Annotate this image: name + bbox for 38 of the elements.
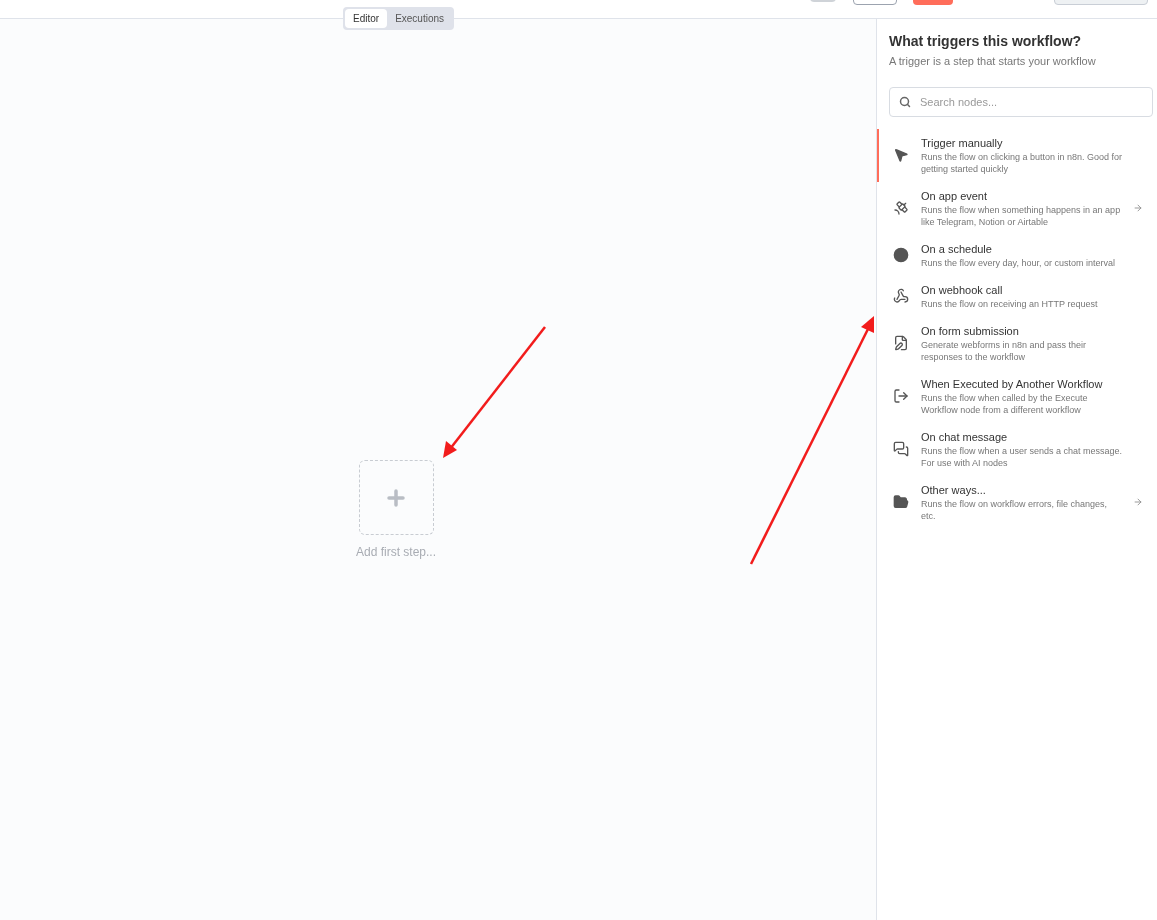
chat-bubbles-icon [893, 441, 909, 457]
pointer-icon [893, 147, 909, 163]
item-title: On form submission [921, 323, 1020, 339]
view-tab[interactable]: Executions [387, 9, 453, 28]
search-field[interactable]: Search nodes... [889, 86, 1153, 117]
item-title: When Executed by Another Workflow [921, 376, 1104, 392]
item-title: Trigger manually [921, 135, 1004, 151]
trigger-item[interactable]: On form submission Generate webforms in n8n and pass their responses to the workflow [877, 316, 1157, 370]
item-description: Runs the flow when called by the Execute Workflow node from a different workflow [921, 391, 1089, 416]
trigger-item[interactable]: Other ways... Runs the flow on workflow errors, file changes, etc. [877, 475, 1157, 529]
trigger-item[interactable]: On app event Runs the flow when something happens in an app like Telegram, Notion or Airtable [877, 181, 1157, 235]
item-description: Generate webforms in n8n and pass their responses to the workflow [921, 338, 1088, 363]
webhook-icon [893, 288, 909, 304]
add-step-button[interactable] [358, 460, 434, 535]
trigger-item[interactable]: When Executed by Another Workflow Runs the flow when called by the Execute Workflow node from a different workflow [877, 369, 1157, 423]
item-title: On a schedule [921, 241, 993, 257]
form-edit-icon [893, 335, 909, 351]
satellite-icon [893, 200, 909, 216]
item-title: On webhook call [921, 282, 1004, 298]
trigger-item[interactable]: Trigger manually Runs the flow on clicking a button in n8n. Good for getting started quickly [877, 128, 1157, 182]
search-icon [899, 95, 911, 108]
add-step-label: Add first step... [356, 544, 437, 561]
panel-title: What triggers this workflow? [889, 32, 1083, 50]
panel-subtitle: A trigger is a step that starts your workflow [889, 54, 1097, 69]
item-description: Runs the flow on receiving an HTTP request [921, 297, 1099, 310]
item-description: Runs the flow when a user sends a chat message. For use with AI nodes [921, 444, 1124, 469]
item-title: On app event [921, 188, 989, 204]
view-tab[interactable]: Editor [345, 9, 388, 28]
item-description: Runs the flow when something happens in an app like Telegram, Notion or Airtable [921, 203, 1122, 228]
item-description: Runs the flow on workflow errors, file changes, etc. [921, 497, 1109, 522]
item-description: Runs the flow on clicking a button in n8n. Good for getting started quickly [921, 150, 1124, 175]
folder-icon [893, 494, 909, 510]
item-description: Runs the flow every day, hour, or custom interval [921, 256, 1116, 269]
item-title: On chat message [921, 429, 1009, 445]
trigger-item[interactable]: On a schedule Runs the flow every day, hour, or custom interval [877, 234, 1157, 276]
trigger-item[interactable]: On webhook call Runs the flow on receiving an HTTP request [877, 275, 1157, 317]
trigger-item[interactable]: On chat message Runs the flow when a user sends a chat message. For use with AI nodes [877, 422, 1157, 476]
item-title: Other ways... [921, 482, 987, 498]
